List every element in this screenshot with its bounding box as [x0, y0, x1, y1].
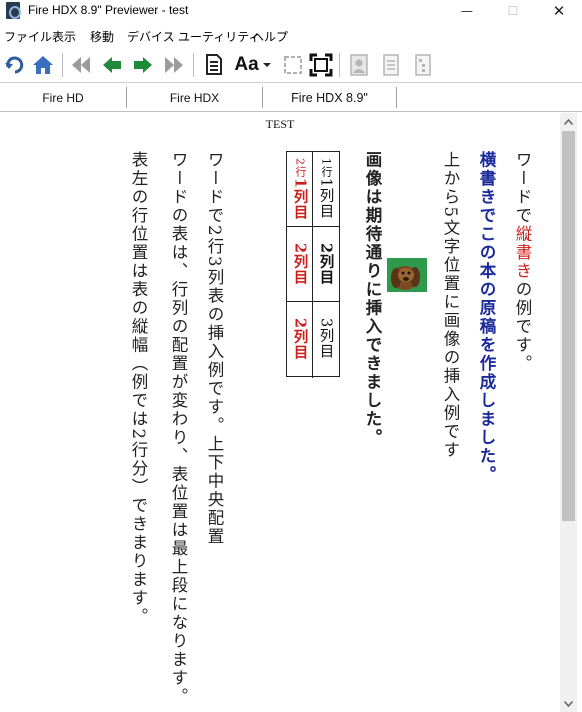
full-screen-button[interactable] — [306, 47, 336, 83]
refresh-icon — [5, 56, 24, 74]
table-column: 1 行 1列目 2列目 3列目 — [313, 152, 339, 378]
scroll-thumb[interactable] — [562, 131, 575, 521]
font-icon: Aa — [234, 54, 259, 75]
menu-view[interactable]: 表示 — [52, 28, 76, 45]
preview-page: TEST ワードで縦書きの例です。 横書きでこの本の原稿を作成しました。 上から… — [0, 113, 560, 712]
fit-page-button[interactable] — [278, 47, 308, 83]
font-button[interactable]: Aa — [232, 47, 274, 83]
toolbar-separator — [193, 53, 194, 77]
text-column-1: ワードで縦書きの例です。 — [508, 151, 536, 373]
table-cell: 3列目 — [317, 318, 334, 360]
table-cell: 2列目 — [291, 317, 309, 361]
dog-image — [387, 258, 427, 292]
menu-move[interactable]: 移動 — [90, 28, 114, 45]
page-button[interactable] — [376, 47, 406, 83]
back-arrow-icon — [103, 57, 121, 73]
text-column-4: 画像は期待通りに挿入できました。 — [363, 151, 382, 447]
person-icon — [350, 54, 368, 76]
toolbar: Aa — [0, 47, 582, 83]
text-column-7: 表左の行位置は表の縦幅（例では2行分）できまります。 — [129, 151, 148, 626]
back-button[interactable] — [97, 47, 127, 83]
text-segment: の例です。 — [513, 280, 532, 374]
text-segment: ワードで — [513, 151, 532, 225]
text-column-3: 上から5文字位置に画像の挿入例です — [441, 151, 460, 460]
text-column-6: ワードの表は、行列の配置が変わり、表位置は最上段になります。 — [169, 151, 188, 706]
text-column-5: ワードで2行3列表の挿入例です。上下中央配置 — [205, 151, 224, 546]
table-cell: 2 行 1列目 — [287, 152, 313, 227]
home-icon — [33, 56, 53, 74]
scroll-up-button[interactable] — [560, 113, 577, 130]
full-screen-icon — [309, 53, 333, 77]
home-button[interactable] — [28, 47, 58, 83]
tab-label: Fire HD — [42, 91, 84, 105]
menu-file[interactable]: ファイル — [4, 28, 52, 45]
toolbar-separator — [62, 53, 63, 77]
text-column-2: 横書きでこの本の原稿を作成しました。 — [477, 151, 496, 484]
vertical-scrollbar[interactable] — [560, 113, 577, 712]
tab-label: Fire HDX 8.9" — [291, 91, 368, 105]
menu-device[interactable]: デバイス — [127, 28, 175, 45]
table-cell: 1 行 1列目 — [313, 152, 339, 227]
maximize-icon: ☐ — [507, 4, 519, 18]
last-page-icon — [165, 57, 183, 73]
table-cell: 2列目 — [287, 227, 313, 302]
app-window: Fire HDX 8.9" Previewer - test — ☐ ✕ ファイ… — [0, 0, 582, 712]
table-cell: 2列目 — [313, 227, 339, 302]
chevron-down-icon — [564, 700, 573, 707]
maximize-button[interactable]: ☐ — [490, 0, 536, 22]
first-page-button[interactable] — [66, 47, 96, 83]
tab-fire-hdx[interactable]: Fire HDX — [127, 84, 262, 112]
chevron-down-icon — [262, 63, 271, 67]
table-column: 2 行 1列目 2列目 2列目 — [287, 152, 313, 378]
toc-icon — [415, 54, 431, 76]
device-tab-bar: Fire HD Fire HDX Fire HDX 8.9" — [0, 84, 582, 112]
close-button[interactable]: ✕ — [536, 0, 582, 22]
menu-bar: ファイル 表示 移動 デバイス ユーティリティ ヘルプ — [0, 27, 582, 45]
tab-label: Fire HDX — [169, 91, 220, 105]
toolbar-separator — [339, 53, 340, 77]
person-button[interactable] — [344, 47, 374, 83]
text-highlight-red: 縦書き — [513, 225, 532, 281]
tab-divider — [396, 87, 397, 108]
close-icon: ✕ — [552, 2, 566, 20]
document-button[interactable] — [199, 47, 229, 83]
minimize-icon: — — [461, 4, 473, 18]
app-icon — [6, 2, 21, 19]
forward-arrow-icon — [134, 57, 152, 73]
minimize-button[interactable]: — — [444, 0, 490, 22]
tab-fire-hdx-8-9[interactable]: Fire HDX 8.9" — [263, 84, 396, 112]
refresh-button[interactable] — [0, 47, 30, 83]
tab-fire-hd[interactable]: Fire HD — [0, 84, 126, 112]
first-page-icon — [72, 57, 90, 73]
document-title: TEST — [265, 117, 295, 131]
fit-page-icon — [284, 56, 302, 74]
scroll-down-button[interactable] — [560, 695, 577, 712]
document-icon — [206, 54, 222, 75]
menu-help[interactable]: ヘルプ — [252, 28, 288, 45]
last-page-button[interactable] — [159, 47, 189, 83]
window-title: Fire HDX 8.9" Previewer - test — [28, 3, 189, 17]
title-bar: Fire HDX 8.9" Previewer - test — ☐ ✕ — [0, 0, 582, 22]
chevron-up-icon — [564, 118, 573, 125]
forward-button[interactable] — [128, 47, 158, 83]
vertical-table: 1 行 1列目 2列目 3列目 2 行 1列目 2列目 2列目 — [286, 151, 340, 378]
page-icon — [383, 54, 399, 76]
toc-button[interactable] — [408, 47, 438, 83]
menu-utility[interactable]: ユーティリティ — [178, 28, 261, 45]
